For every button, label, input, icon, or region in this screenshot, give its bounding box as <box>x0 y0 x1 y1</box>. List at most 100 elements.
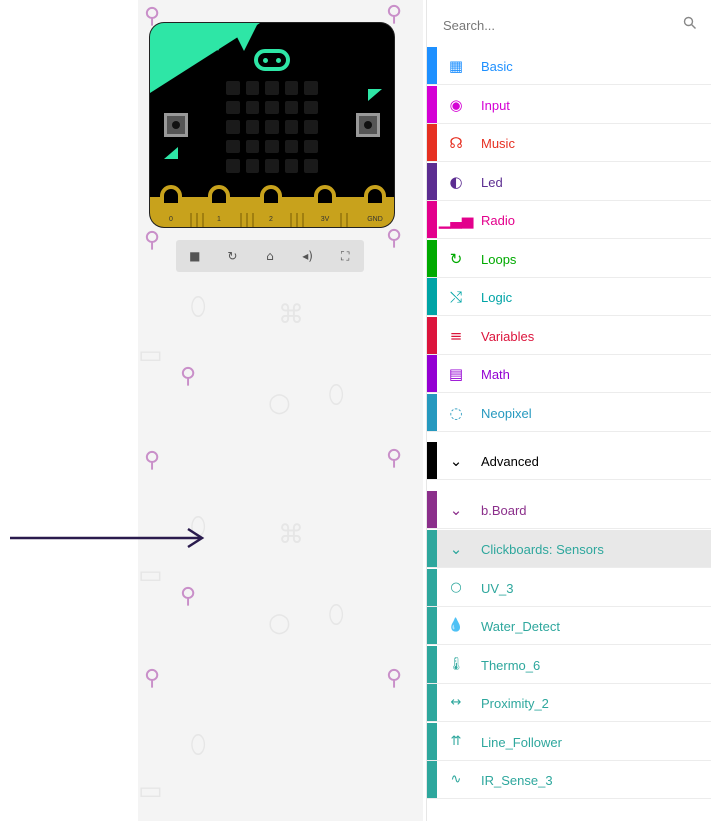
toolbox-category-advanced[interactable]: ⌄ Advanced <box>427 442 711 480</box>
decorative-pill-icon: ⬯ <box>190 292 207 322</box>
toolbox-category-loops[interactable]: ↻ Loops <box>427 239 711 278</box>
toolbox-category-basic[interactable]: ▦ Basic <box>427 47 711 85</box>
toolbox-category-thermo-6[interactable]: 🌡 Thermo_6 <box>427 645 711 684</box>
search-icon[interactable] <box>683 16 697 30</box>
category-color-bar <box>427 491 437 528</box>
fullscreen-icon[interactable]: ⛶ <box>331 243 359 269</box>
toolbox-category-ir-sense-3[interactable]: ∿ IR_Sense_3 <box>427 761 711 799</box>
toolbox-category-proximity-2[interactable]: ↔ Proximity_2 <box>427 684 711 722</box>
pin-label: GND <box>367 216 383 223</box>
signal-bars-icon: ▁▃▅ <box>438 211 474 229</box>
category-label: Logic <box>481 290 513 305</box>
category-color-bar <box>427 684 437 721</box>
category-color-bar <box>427 607 437 644</box>
decorative-key-icon: ⚲ <box>180 364 197 389</box>
category-color-bar <box>427 124 437 161</box>
toolbox-category-input[interactable]: ◉ Input <box>427 85 711 124</box>
toolbox-category-logic[interactable]: ⤭ Logic <box>427 278 711 316</box>
touch-logo[interactable] <box>254 49 290 71</box>
button-a[interactable] <box>164 113 188 137</box>
category-label: Led <box>481 174 503 190</box>
wave-icon: ∿ <box>450 772 462 787</box>
mute-icon[interactable]: ◂) <box>294 243 322 269</box>
category-label: Math <box>481 367 510 382</box>
category-color-bar <box>427 316 437 354</box>
toolbox-category-music[interactable]: ☊ Music <box>427 124 711 162</box>
category-label: Neopixel <box>481 405 532 421</box>
grid-icon: ▦ <box>448 57 464 75</box>
board-corner-accent <box>204 23 232 51</box>
toolbox-category-variables[interactable]: ≡ Variables <box>427 316 711 355</box>
sun-outline-icon: ○ <box>450 579 462 595</box>
decorative-shape-icon: ▭ <box>138 560 163 590</box>
search-box <box>427 0 711 46</box>
category-label: Thermo_6 <box>481 657 541 673</box>
toggle-icon: ◐ <box>449 172 463 191</box>
toolbox-category-line-follower[interactable]: ⇈ Line_Follower <box>427 722 711 761</box>
toolbox-category-b-board[interactable]: ⌄ b.Board <box>427 491 711 529</box>
category-label: Water_Detect <box>481 619 560 634</box>
decorative-key-icon: ⚲ <box>144 228 161 253</box>
search-input[interactable] <box>443 18 678 33</box>
category-label: Radio <box>481 213 515 228</box>
toolbox-category-clickboards-sensors[interactable]: ⌄ Clickboards: Sensors <box>427 530 711 568</box>
toolbox-category-water-detect[interactable]: 💧 Water_Detect <box>427 607 711 645</box>
category-color-bar <box>427 162 437 200</box>
decorative-key-icon: ⚲ <box>180 584 197 609</box>
category-label: Music <box>481 136 515 151</box>
annotation-arrow-icon <box>10 527 205 549</box>
category-color-bar <box>427 530 437 567</box>
led-matrix <box>226 81 318 173</box>
toolbox-panel: ▦ Basic ◉ Input ☊ Music ◐ Led ▁▃▅ Radio ↻ Loops ⤭ Log… <box>426 0 711 821</box>
loop-arrow-icon: ↻ <box>449 249 463 268</box>
pin-label: 1 <box>217 216 221 223</box>
decorative-key-icon: ⚲ <box>386 2 403 27</box>
category-color-bar <box>427 393 437 431</box>
decorative-shape-icon: ▭ <box>138 340 163 370</box>
toolbox-category-uv-3[interactable]: ○ UV_3 <box>427 568 711 607</box>
board-accent-flag <box>368 89 382 101</box>
chevron-down-icon: ⌄ <box>449 452 463 470</box>
category-color-bar <box>427 722 437 760</box>
chevron-down-icon: ⌄ <box>449 501 463 519</box>
button-b[interactable] <box>356 113 380 137</box>
microbit-board[interactable]: 0 1 2 3V GND <box>150 23 394 227</box>
pin-gnd[interactable] <box>364 185 386 207</box>
pin-2[interactable] <box>260 185 282 207</box>
board-corner-accent <box>230 23 258 51</box>
category-color-bar <box>427 47 437 84</box>
pin-3v[interactable] <box>314 185 336 207</box>
thermometer-icon: 🌡 <box>447 656 465 672</box>
category-label: Proximity_2 <box>481 696 549 711</box>
category-label: Variables <box>481 328 535 344</box>
decorative-shape-icon: ▭ <box>138 776 163 806</box>
category-label: Clickboards: Sensors <box>481 542 604 557</box>
category-label: Line_Follower <box>481 734 562 750</box>
lines-icon: ≡ <box>449 326 463 345</box>
decorative-key-icon: ⚲ <box>144 448 161 473</box>
toolbox-category-math[interactable]: ▤ Math <box>427 355 711 393</box>
double-arrow-icon: ↔ <box>450 695 462 710</box>
pin-0[interactable] <box>160 185 182 207</box>
category-color-bar <box>427 568 437 606</box>
decorative-key-icon: ⚲ <box>386 446 403 471</box>
stop-icon[interactable]: ■ <box>181 243 209 269</box>
water-drop-icon: 💧 <box>447 618 465 633</box>
toolbox-category-neopixel[interactable]: ◌ Neopixel <box>427 393 711 432</box>
dotted-circle-icon: ◌ <box>449 403 463 422</box>
decorative-key-icon: ⚲ <box>386 666 403 691</box>
category-color-bar <box>427 761 437 798</box>
category-color-bar <box>427 201 437 238</box>
toolbox-category-radio[interactable]: ▁▃▅ Radio <box>427 201 711 239</box>
debug-icon[interactable]: ⌂ <box>256 243 284 269</box>
category-label: b.Board <box>481 503 527 518</box>
pin-label: 0 <box>169 216 173 223</box>
decorative-shape-icon: ⬯ <box>328 380 345 410</box>
shuffle-icon: ⤭ <box>449 288 462 306</box>
category-label: Loops <box>481 251 517 267</box>
decorative-key-icon: ⚲ <box>386 226 403 251</box>
toolbox-category-led[interactable]: ◐ Led <box>427 162 711 201</box>
restart-icon[interactable]: ↻ <box>218 243 246 269</box>
pin-1[interactable] <box>208 185 230 207</box>
category-label: IR_Sense_3 <box>481 773 553 788</box>
